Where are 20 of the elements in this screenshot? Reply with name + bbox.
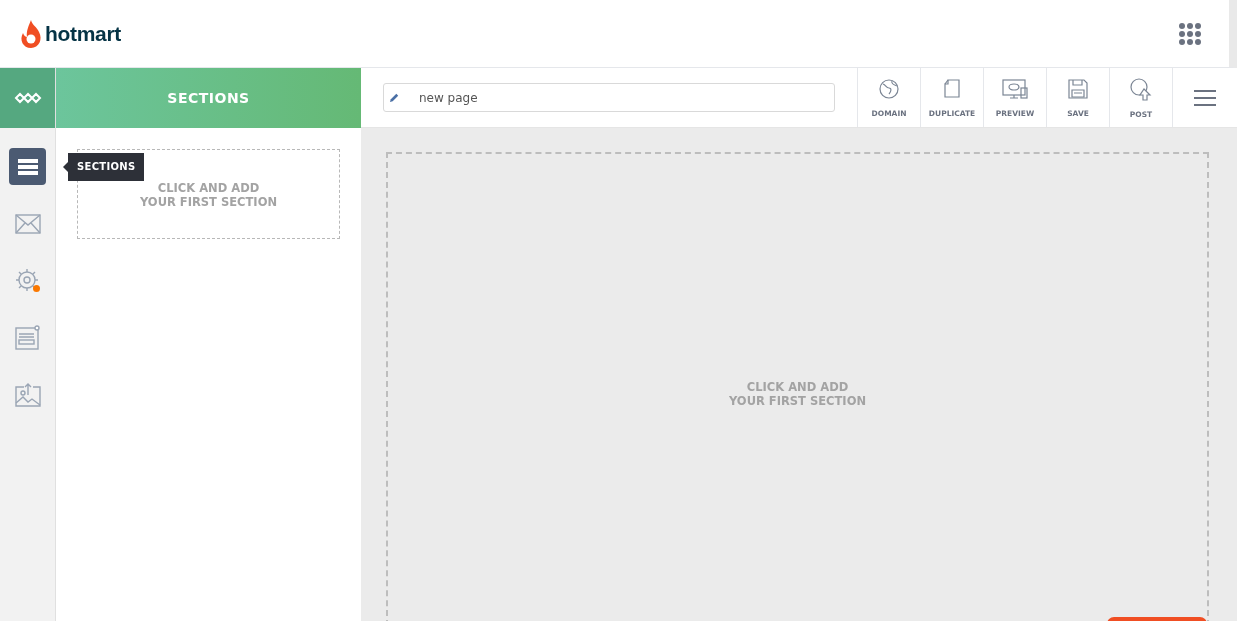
globe-icon bbox=[878, 77, 900, 100]
sections-tool-button[interactable] bbox=[9, 148, 46, 185]
tooltip-pointer bbox=[63, 162, 68, 172]
envelope-icon bbox=[14, 213, 41, 234]
logo-text: hotmart bbox=[45, 21, 122, 46]
image-upload-icon bbox=[14, 382, 41, 407]
pencil-icon bbox=[389, 92, 400, 103]
document-icon bbox=[941, 77, 963, 100]
zigzag-logo-icon bbox=[13, 92, 42, 104]
form-icon bbox=[14, 324, 41, 351]
flame-logo-icon bbox=[19, 18, 43, 49]
page-name-field[interactable]: new page bbox=[383, 83, 835, 112]
panel-title: SECTIONS bbox=[167, 90, 250, 106]
monitor-icon bbox=[1002, 77, 1028, 100]
gear-icon bbox=[14, 267, 41, 294]
globe-arrow-icon bbox=[1129, 76, 1153, 101]
apps-grid-icon[interactable] bbox=[1179, 22, 1201, 45]
menu-icon bbox=[1194, 88, 1216, 107]
notification-dot bbox=[33, 285, 40, 292]
tooltip: SECTIONS bbox=[68, 153, 145, 181]
